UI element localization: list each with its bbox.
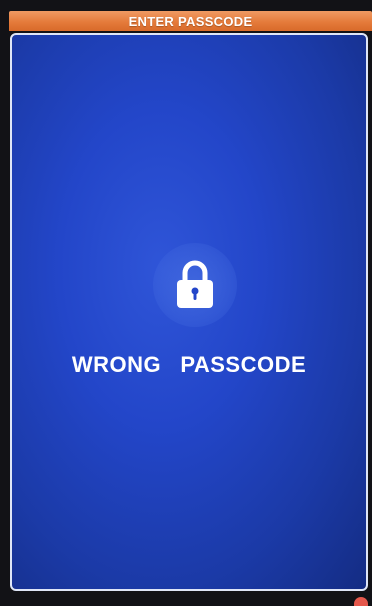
lock-icon <box>153 243 237 327</box>
passcode-screen: ENTER PASSCODE WRONG PASSCODE <box>0 0 372 606</box>
title-bar: ENTER PASSCODE <box>9 11 372 31</box>
lock-glyph <box>177 260 213 308</box>
status-indicator <box>354 597 368 606</box>
error-message: WRONG PASSCODE <box>71 352 307 377</box>
screen-title: ENTER PASSCODE <box>128 13 253 29</box>
